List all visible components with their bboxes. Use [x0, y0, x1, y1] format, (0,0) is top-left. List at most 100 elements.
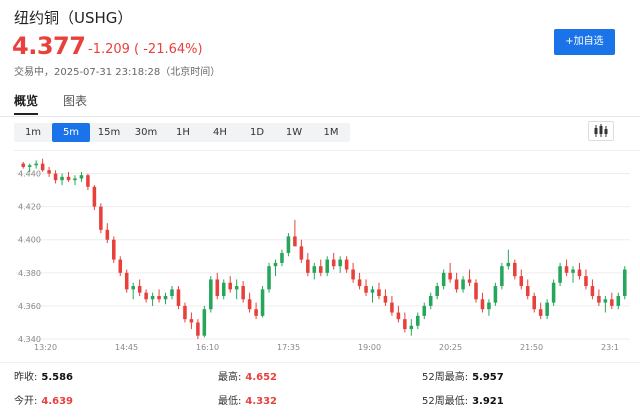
candle-body [558, 266, 562, 283]
candle-body [351, 269, 355, 280]
candle-body [532, 295, 536, 310]
chart-type-button[interactable] [588, 121, 614, 141]
candle-body [150, 295, 155, 300]
candle-body [79, 175, 84, 179]
price-chart[interactable]: 4.340 4.360 4.380 4.400 4.420 4.440 13:20 14:45… [14, 150, 640, 353]
interval-15m[interactable]: 15m [90, 123, 128, 142]
candle-body [215, 279, 220, 296]
x-tick-label: 13:20 [34, 343, 57, 352]
candle-body [403, 319, 407, 330]
candle-body [280, 252, 284, 263]
stat-label: 最低: [218, 396, 242, 407]
tab-overview[interactable]: 概览 [14, 92, 38, 109]
y-tick-label: 4.400 [18, 236, 41, 245]
candle-body [506, 262, 511, 267]
candle-body [228, 282, 232, 290]
interval-4h[interactable]: 4H [201, 123, 239, 142]
candle-body [428, 295, 433, 306]
candle-body [357, 279, 362, 287]
candle-body [221, 282, 226, 296]
candle-body [545, 302, 549, 316]
interval-1d[interactable]: 1D [238, 123, 276, 142]
candle-body [467, 279, 472, 283]
candle-body [396, 312, 401, 320]
stat-label: 52周最高: [422, 372, 469, 383]
tab-divider [0, 116, 640, 117]
candle-body [454, 279, 459, 290]
candle-body [416, 315, 420, 326]
x-tick-label: 21:50 [520, 343, 543, 352]
stat-open: 今开: 4.639 [14, 392, 73, 407]
candle-body [390, 302, 394, 313]
candle-body [500, 266, 504, 287]
candle-body [312, 266, 317, 273]
candlestick-chart: 4.3404.3604.3804.4004.4204.44013:20 14:45… [16, 158, 630, 352]
stat-label: 昨收: [14, 372, 38, 383]
interval-1mo[interactable]: 1M [312, 123, 350, 142]
candle-body [99, 206, 103, 230]
candle-body [364, 286, 368, 293]
candle-body [53, 173, 58, 181]
candle-body [525, 286, 530, 296]
candle-body [435, 286, 439, 296]
candle-body [344, 259, 349, 270]
candle-body [157, 295, 161, 300]
stat-label: 今开: [14, 396, 38, 407]
candle-body [325, 259, 330, 273]
candle-body [137, 286, 142, 293]
candle-body [299, 246, 304, 260]
active-tab-indicator [14, 113, 38, 115]
stats-divider [0, 362, 640, 363]
x-tick-label: 23:1 [601, 343, 619, 352]
candle-body [286, 236, 291, 253]
stat-label: 52周最低: [422, 396, 469, 407]
candle-body [480, 299, 485, 310]
y-tick-label: 4.360 [18, 302, 41, 311]
x-tick-label: 20:25 [439, 343, 462, 352]
candlestick-icon [594, 124, 608, 137]
interval-1m[interactable]: 1m [14, 123, 52, 142]
stat-label: 最高: [218, 372, 242, 383]
stat-value: 4.332 [245, 396, 278, 407]
interval-5m[interactable]: 5m [52, 123, 90, 142]
candle-body [112, 239, 116, 260]
price-change: -1.209 ( -21.64%) [88, 42, 203, 57]
x-tick-label: 17:35 [277, 343, 300, 352]
interval-30m[interactable]: 30m [127, 123, 165, 142]
candle-body [590, 286, 595, 296]
interval-1h[interactable]: 1H [164, 123, 202, 142]
x-tick-label: 16:10 [196, 343, 219, 352]
candle-body [513, 262, 517, 277]
candle-body [409, 325, 414, 330]
stat-value: 4.639 [41, 396, 74, 407]
candle-body [163, 295, 168, 300]
candle-body [105, 229, 110, 240]
candle-body [493, 286, 498, 303]
candle-body [189, 319, 194, 323]
candle-body [267, 266, 271, 290]
x-tick-label: 19:00 [358, 343, 381, 352]
candle-body [260, 289, 265, 316]
tab-chart[interactable]: 图表 [63, 92, 87, 109]
candle-body [170, 289, 174, 296]
candle-body [144, 292, 148, 300]
interval-1w[interactable]: 1W [275, 123, 313, 142]
candle-body [461, 279, 465, 290]
candle-body [584, 276, 588, 287]
x-tick-label: 14:45 [115, 343, 138, 352]
candle-body [34, 163, 38, 166]
candle-body [176, 289, 181, 306]
candle-body [131, 286, 135, 290]
candle-body [234, 286, 239, 290]
stat-value: 5.586 [41, 372, 74, 383]
stat-52w-high: 52周最高: 5.957 [422, 368, 504, 383]
candle-body [610, 299, 614, 306]
add-to-watchlist-button[interactable]: +加自选 [554, 29, 615, 55]
candle-body [603, 299, 608, 303]
stat-high: 最高: 4.652 [218, 368, 277, 383]
candle-body [40, 163, 45, 171]
candle-body [27, 165, 32, 167]
candle-body [564, 266, 569, 273]
candle-body [519, 276, 524, 287]
interval-selector: 1m 5m 15m 30m 1H 4H 1D 1W 1M [14, 123, 350, 142]
